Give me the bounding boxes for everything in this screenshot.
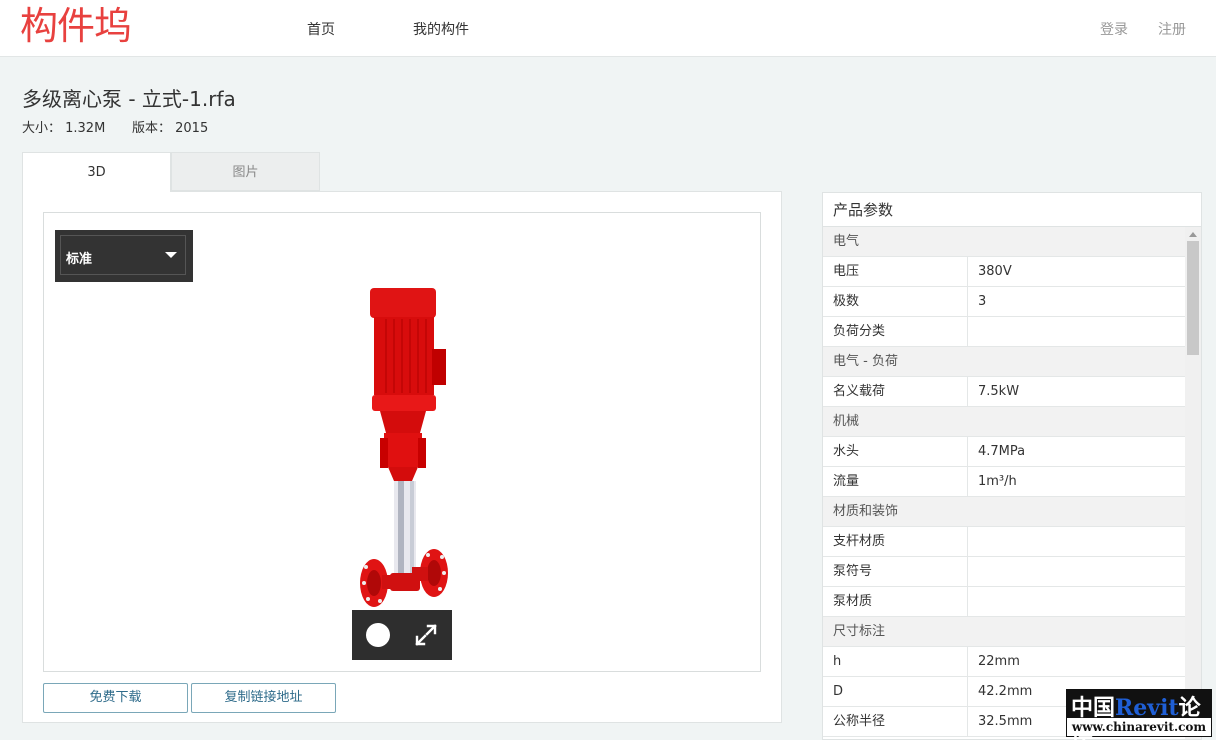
param-key: 名义载荷 [823,377,968,406]
product-params-panel: 产品参数 电气 电压 380V 极数 3 负荷分类 电气 - 负荷 名义载荷 7.5kW 机械 水头… [822,192,1202,740]
page-title: 多级离心泵 - 立式-1.rfa [22,87,236,111]
params-group-header: 材质和装饰 [823,497,1185,527]
param-value: 22mm [978,654,1020,669]
nav-home-link[interactable]: 首页 [307,19,335,39]
params-row: 负荷分类 [823,317,1185,347]
params-row: 电压 380V [823,257,1185,287]
register-link[interactable]: 注册 [1158,19,1186,39]
params-row: 泵材质 [823,587,1185,617]
param-value: 3 [978,294,987,309]
param-value: 1m³/h [978,474,1017,489]
params-table: 电气 电压 380V 极数 3 负荷分类 电气 - 负荷 名义载荷 7.5kW 机械 水头 4.7MP… [823,227,1185,737]
scroll-up-arrow-icon[interactable] [1189,232,1197,237]
param-value [968,557,978,586]
param-value: 32.5mm [978,714,1033,729]
file-version: 版本： 2015 [132,121,209,136]
params-row: h 22mm [823,647,1185,677]
param-key: 极数 [823,287,968,316]
param-key: 支杆材质 [823,527,968,556]
view-mode-label: 标准 [66,252,93,267]
top-navbar: 构件坞 首页 我的构件 登录 注册 [0,0,1216,57]
param-value [968,317,978,346]
tab-3d[interactable]: 3D [22,152,171,192]
params-row: 水头 4.7MPa [823,437,1185,467]
view-mode-select-box[interactable]: 标准 [60,235,186,275]
params-scrollbar[interactable] [1185,227,1201,739]
viewer-panel: 标准 免费下载 复制链接地址 [22,191,782,723]
caret-down-icon [165,252,177,258]
params-row: 极数 3 [823,287,1185,317]
param-value: 7.5kW [978,384,1020,399]
params-row: 名义载荷 7.5kW [823,377,1185,407]
copy-link-button[interactable]: 复制链接地址 [191,683,336,713]
params-group-header: 尺寸标注 [823,617,1185,647]
viewer-toolbar [352,610,452,660]
expand-icon[interactable] [414,623,438,647]
param-value [968,587,978,616]
params-title: 产品参数 [823,193,1201,227]
free-download-button[interactable]: 免费下载 [43,683,188,713]
params-row: 流量 1m³/h [823,467,1185,497]
param-key: 泵符号 [823,557,968,586]
view-mode-select[interactable]: 标准 [55,230,193,282]
param-key: 流量 [823,467,968,496]
params-group-header: 电气 [823,227,1185,257]
site-logo[interactable]: 构件坞 [20,4,132,48]
watermark-url: www.chinarevit.com [1067,718,1211,736]
3d-viewer-canvas[interactable]: 标准 [43,212,761,672]
param-value [968,527,978,556]
chinarevit-watermark: 中国Revit论坛 www.chinarevit.com [1066,689,1212,740]
params-row: 泵符号 [823,557,1185,587]
pump-3d-model[interactable] [354,283,454,623]
param-value: 380V [978,264,1012,279]
param-key: 负荷分类 [823,317,968,346]
param-key: 公称半径 [823,707,968,736]
login-link[interactable]: 登录 [1100,19,1128,39]
param-key: h [823,647,968,676]
file-size: 大小： 1.32M [22,121,106,136]
params-row: 支杆材质 [823,527,1185,557]
param-key: 电压 [823,257,968,286]
param-key: 泵材质 [823,587,968,616]
params-group-header: 电气 - 负荷 [823,347,1185,377]
param-value: 4.7MPa [978,444,1026,459]
param-key: 水头 [823,437,968,466]
param-value: 42.2mm [978,684,1033,699]
nav-my-components-link[interactable]: 我的构件 [413,19,469,39]
params-group-header: 机械 [823,407,1185,437]
tab-images[interactable]: 图片 [171,152,320,191]
param-key: D [823,677,968,706]
scroll-thumb[interactable] [1187,241,1199,355]
orbit-icon[interactable] [366,623,390,647]
